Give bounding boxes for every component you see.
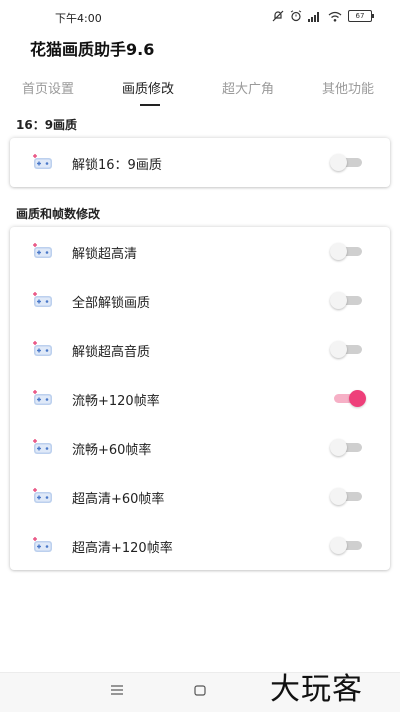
home-icon[interactable] bbox=[194, 685, 206, 696]
setting-toggle[interactable] bbox=[330, 341, 364, 358]
gamepad-icon bbox=[33, 154, 52, 169]
section-title-16-9: 16：9画质 bbox=[16, 118, 78, 132]
toggle-thumb bbox=[349, 390, 366, 407]
setting-row: 流畅+120帧率 bbox=[10, 374, 390, 423]
status-icons: 67 bbox=[272, 10, 374, 22]
battery-indicator: 67 bbox=[348, 10, 374, 22]
setting-toggle[interactable] bbox=[330, 154, 364, 171]
toggle-thumb bbox=[330, 537, 347, 554]
toggle-thumb bbox=[330, 154, 347, 171]
app-title: 花猫画质助手9.6 bbox=[30, 40, 155, 59]
menu-icon[interactable] bbox=[111, 685, 123, 695]
setting-label: 超高清+60帧率 bbox=[72, 492, 165, 507]
setting-label: 流畅+60帧率 bbox=[72, 443, 152, 458]
watermark: 大玩客 bbox=[270, 672, 363, 707]
gamepad-icon bbox=[33, 243, 52, 258]
setting-row: 解锁超高清 bbox=[10, 227, 390, 276]
setting-row: 流畅+60帧率 bbox=[10, 423, 390, 472]
setting-toggle[interactable] bbox=[330, 390, 366, 407]
setting-label: 超高清+120帧率 bbox=[72, 541, 173, 556]
setting-label: 解锁超高音质 bbox=[72, 345, 151, 360]
gamepad-icon bbox=[33, 292, 52, 307]
signal-icon bbox=[308, 11, 319, 22]
toggle-thumb bbox=[330, 488, 347, 505]
setting-label: 解锁16：9画质 bbox=[72, 158, 162, 173]
tab-bar: 首页设置 画质修改 超大广角 其他功能 bbox=[0, 78, 400, 112]
notification-muted-icon bbox=[272, 10, 284, 22]
setting-row: 全部解锁画质 bbox=[10, 276, 390, 325]
gamepad-icon bbox=[33, 341, 52, 356]
setting-toggle[interactable] bbox=[330, 243, 364, 260]
setting-label: 流畅+120帧率 bbox=[72, 394, 160, 409]
active-tab-indicator bbox=[140, 104, 160, 106]
setting-toggle[interactable] bbox=[330, 537, 364, 554]
card-16-9: 解锁16：9画质 bbox=[10, 138, 390, 187]
setting-row: 超高清+120帧率 bbox=[10, 521, 390, 570]
setting-toggle[interactable] bbox=[330, 488, 364, 505]
toggle-thumb bbox=[330, 292, 347, 309]
setting-label: 全部解锁画质 bbox=[72, 296, 151, 311]
card-quality-fps: 解锁超高清 全部解锁画质 解锁超高音质 流畅+120帧率 流畅+60帧率 超高清… bbox=[10, 227, 390, 570]
toggle-thumb bbox=[330, 439, 347, 456]
setting-label: 解锁超高清 bbox=[72, 247, 138, 262]
tab-home-settings[interactable]: 首页设置 bbox=[22, 78, 74, 97]
wifi-icon bbox=[328, 11, 342, 22]
setting-toggle[interactable] bbox=[330, 292, 364, 309]
section-title-quality-fps: 画质和帧数修改 bbox=[16, 207, 101, 221]
setting-row: 解锁16：9画质 bbox=[10, 138, 390, 187]
toggle-thumb bbox=[330, 243, 347, 260]
status-bar: 下午4:00 67 bbox=[0, 0, 400, 34]
gamepad-icon bbox=[33, 488, 52, 503]
gamepad-icon bbox=[33, 537, 52, 552]
gamepad-icon bbox=[33, 390, 52, 405]
status-time: 下午4:00 bbox=[55, 12, 102, 25]
toggle-thumb bbox=[330, 341, 347, 358]
tab-other-functions[interactable]: 其他功能 bbox=[322, 78, 374, 97]
tab-wide-angle[interactable]: 超大广角 bbox=[222, 78, 274, 97]
tab-quality-modify[interactable]: 画质修改 bbox=[122, 78, 174, 97]
gamepad-icon bbox=[33, 439, 52, 454]
setting-toggle[interactable] bbox=[330, 439, 364, 456]
setting-row: 解锁超高音质 bbox=[10, 325, 390, 374]
alarm-icon bbox=[290, 10, 302, 22]
setting-row: 超高清+60帧率 bbox=[10, 472, 390, 521]
